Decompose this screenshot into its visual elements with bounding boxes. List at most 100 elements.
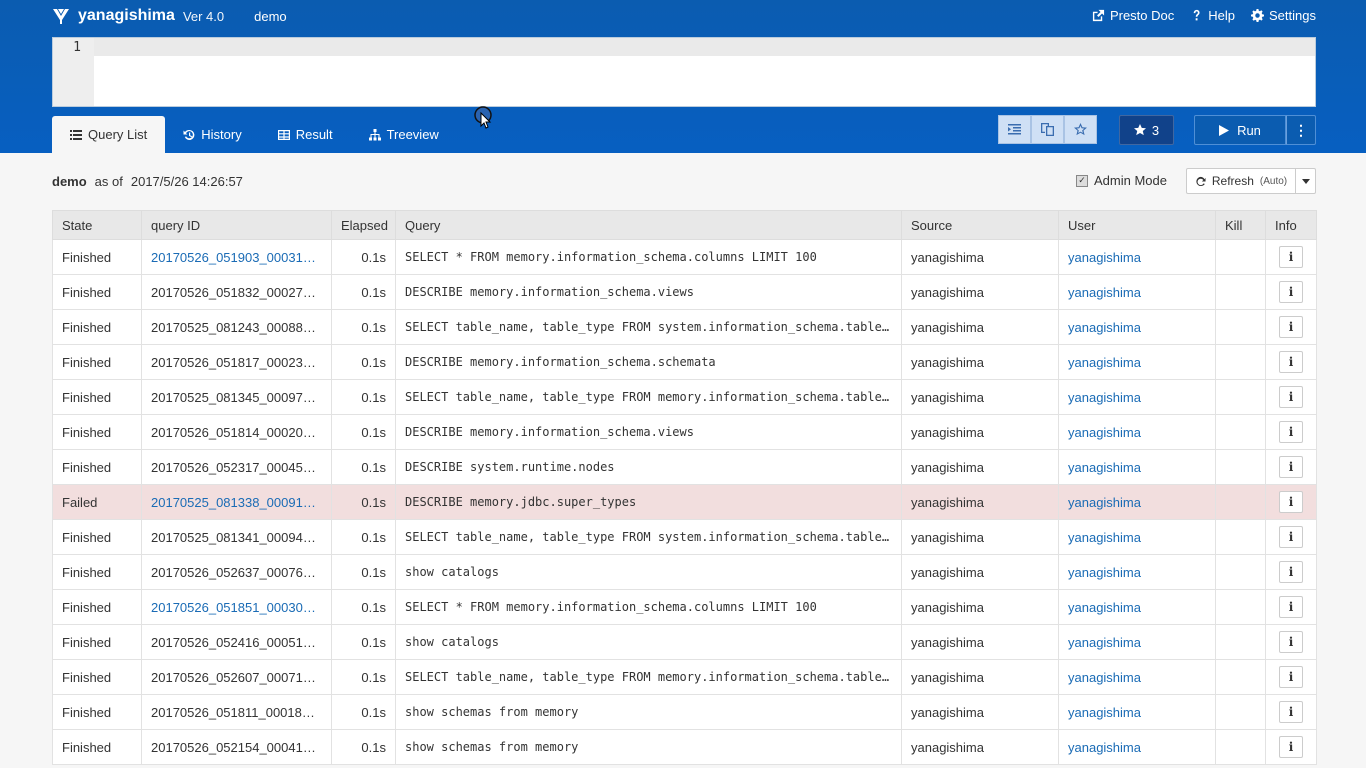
query-editor[interactable]: 1	[52, 37, 1316, 107]
cell-query[interactable]: DESCRIBE memory.information_schema.views	[395, 274, 902, 310]
header-elapsed[interactable]: Elapsed	[331, 210, 396, 240]
tab-treeview[interactable]: Treeview	[351, 116, 457, 153]
cell-query-id: 20170526_052317_00045_hg...	[141, 449, 332, 485]
info-button[interactable]: i	[1279, 596, 1303, 618]
info-button[interactable]: i	[1279, 281, 1303, 303]
header-source[interactable]: Source	[901, 210, 1059, 240]
cell-query[interactable]: SELECT table_name, table_type FROM memor…	[395, 379, 902, 415]
cell-query[interactable]: SELECT table_name, table_type FROM syste…	[395, 309, 902, 345]
cell-query-id: 20170526_052154_00041_hg...	[141, 729, 332, 765]
run-options-button[interactable]: ⋮	[1286, 115, 1316, 145]
refresh-button[interactable]: Refresh (Auto)	[1186, 168, 1296, 194]
tab-result[interactable]: Result	[260, 116, 351, 153]
table-row: Finished 20170526_052416_00051_hg... 0.1s s…	[52, 624, 1317, 660]
info-button[interactable]: i	[1279, 526, 1303, 548]
cell-user[interactable]: yanagishima	[1058, 239, 1216, 275]
cell-query[interactable]: show schemas from memory	[395, 694, 902, 730]
format-button[interactable]	[998, 115, 1031, 144]
table-row: Finished 20170525_081341_00094_hg... 0.1s S…	[52, 519, 1317, 555]
refresh-label: Refresh	[1211, 174, 1254, 188]
info-button[interactable]: i	[1279, 351, 1303, 373]
cell-elapsed: 0.1s	[331, 624, 396, 660]
info-button[interactable]: i	[1279, 316, 1303, 338]
tab-treeview-label: Treeview	[386, 127, 439, 142]
table-row: Failed 20170525_081338_00091_hg... 0.1s DES…	[52, 484, 1317, 520]
info-button[interactable]: i	[1279, 421, 1303, 443]
editor-active-line[interactable]	[94, 38, 1315, 56]
cell-user[interactable]: yanagishima	[1058, 309, 1216, 345]
cell-state: Finished	[52, 274, 142, 310]
status-timestamp: 2017/5/26 14:26:57	[130, 174, 243, 189]
cell-source: yanagishima	[901, 659, 1059, 695]
header-state[interactable]: State	[52, 210, 142, 240]
settings-link[interactable]: Settings	[1251, 8, 1316, 23]
question-icon	[1193, 9, 1200, 21]
cell-query-id[interactable]: 20170526_051851_00030_hg...	[141, 589, 332, 625]
cell-user[interactable]: yanagishima	[1058, 379, 1216, 415]
cell-query[interactable]: SELECT * FROM memory.information_schema.…	[395, 239, 902, 275]
tab-query-list[interactable]: Query List	[52, 116, 166, 153]
info-button[interactable]: i	[1279, 561, 1303, 583]
info-button[interactable]: i	[1279, 386, 1303, 408]
cell-query-id: 20170526_051811_00018_hg...	[141, 694, 332, 730]
cell-state: Finished	[52, 519, 142, 555]
cell-user[interactable]: yanagishima	[1058, 729, 1216, 765]
cell-query[interactable]: SELECT * FROM memory.information_schema.…	[395, 589, 902, 625]
cell-source: yanagishima	[901, 484, 1059, 520]
cell-user[interactable]: yanagishima	[1058, 484, 1216, 520]
admin-mode-checkbox[interactable]: ✓	[1076, 174, 1088, 187]
cell-query[interactable]: show schemas from memory	[395, 729, 902, 765]
cell-user[interactable]: yanagishima	[1058, 274, 1216, 310]
admin-mode-toggle[interactable]: ✓ Admin Mode	[1076, 173, 1167, 188]
cell-query-id[interactable]: 20170525_081338_00091_hg...	[141, 484, 332, 520]
cell-query[interactable]: DESCRIBE memory.jdbc.super_types	[395, 484, 902, 520]
cell-query[interactable]: DESCRIBE system.runtime.nodes	[395, 449, 902, 485]
info-button[interactable]: i	[1279, 701, 1303, 723]
bookmark-button[interactable]	[1064, 115, 1097, 144]
info-button[interactable]: i	[1279, 456, 1303, 478]
info-button[interactable]: i	[1279, 246, 1303, 268]
favorites-button[interactable]: 3	[1119, 115, 1174, 145]
cell-user[interactable]: yanagishima	[1058, 449, 1216, 485]
cell-info: i	[1265, 484, 1317, 520]
copy-button[interactable]	[1031, 115, 1064, 144]
cell-kill	[1215, 344, 1266, 380]
cell-user[interactable]: yanagishima	[1058, 624, 1216, 660]
cell-user[interactable]: yanagishima	[1058, 554, 1216, 590]
cell-query[interactable]: show catalogs	[395, 554, 902, 590]
cell-query[interactable]: show catalogs	[395, 624, 902, 660]
help-link[interactable]: Help	[1190, 8, 1235, 23]
vertical-ellipsis-icon: ⋮	[1294, 122, 1308, 138]
cell-query-id[interactable]: 20170526_051903_00031_hg...	[141, 239, 332, 275]
cell-kill	[1215, 239, 1266, 275]
cell-user[interactable]: yanagishima	[1058, 589, 1216, 625]
header-query-id[interactable]: query ID	[141, 210, 332, 240]
cell-query[interactable]: DESCRIBE memory.information_schema.views	[395, 414, 902, 450]
info-button[interactable]: i	[1279, 666, 1303, 688]
cell-info: i	[1265, 694, 1317, 730]
cell-user[interactable]: yanagishima	[1058, 519, 1216, 555]
info-button[interactable]: i	[1279, 736, 1303, 758]
cell-query[interactable]: SELECT table_name, table_type FROM syste…	[395, 519, 902, 555]
run-button[interactable]: Run	[1194, 115, 1286, 145]
cell-user[interactable]: yanagishima	[1058, 659, 1216, 695]
header-query[interactable]: Query	[395, 210, 902, 240]
cell-query[interactable]: SELECT table_name, table_type FROM memor…	[395, 659, 902, 695]
header-user[interactable]: User	[1058, 210, 1216, 240]
datasource-selector[interactable]: demo	[254, 9, 287, 24]
brand[interactable]: yanagishima Ver 4.0 demo	[52, 6, 287, 26]
cell-user[interactable]: yanagishima	[1058, 694, 1216, 730]
refresh-icon	[1196, 176, 1206, 186]
presto-doc-label: Presto Doc	[1109, 8, 1175, 23]
cell-info: i	[1265, 659, 1317, 695]
cell-source: yanagishima	[901, 344, 1059, 380]
tab-history[interactable]: History	[165, 116, 259, 153]
presto-doc-link[interactable]: Presto Doc	[1092, 8, 1174, 23]
cell-user[interactable]: yanagishima	[1058, 344, 1216, 380]
refresh-options-dropdown[interactable]	[1295, 168, 1316, 194]
cell-query[interactable]: DESCRIBE memory.information_schema.schem…	[395, 344, 902, 380]
cell-elapsed: 0.1s	[331, 554, 396, 590]
info-button[interactable]: i	[1279, 631, 1303, 653]
info-button[interactable]: i	[1279, 491, 1303, 513]
cell-user[interactable]: yanagishima	[1058, 414, 1216, 450]
